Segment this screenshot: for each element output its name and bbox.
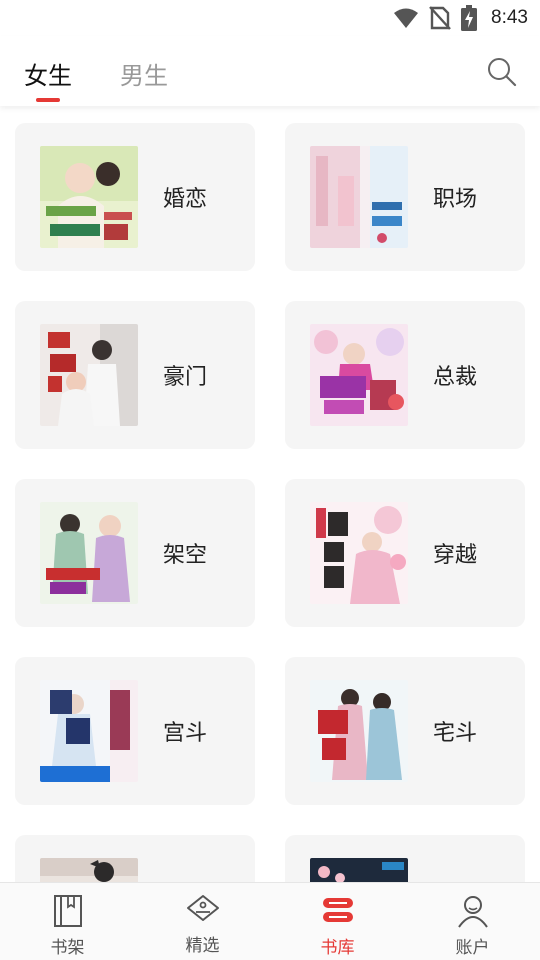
status-icons: 8:43	[393, 4, 528, 32]
wifi-icon	[393, 7, 419, 29]
category-label: 豪门	[163, 365, 208, 390]
category-grid: 婚恋 职场 豪门 总裁 架空 穿越 宫斗 宅斗	[0, 106, 540, 882]
book-cover	[310, 324, 408, 426]
nav-library[interactable]: 书库	[270, 883, 405, 960]
category-card-zhichang[interactable]: 职场	[285, 123, 525, 271]
category-card-zongcai[interactable]: 总裁	[285, 301, 525, 449]
nav-label-library: 书库	[320, 938, 355, 958]
book-cover	[40, 324, 138, 426]
nav-label-featured: 精选	[185, 936, 220, 956]
book-cover	[310, 146, 408, 248]
status-bar: 8:43	[0, 0, 540, 36]
category-label: 宫斗	[163, 721, 208, 746]
active-tab-indicator	[36, 98, 60, 102]
battery-charging-icon	[461, 5, 478, 31]
category-card-gongdou[interactable]: 宫斗	[15, 657, 255, 805]
category-card-chuanyue[interactable]: 穿越	[285, 479, 525, 627]
book-cover	[310, 502, 408, 604]
nav-account[interactable]: 账户	[405, 883, 540, 960]
tab-male[interactable]: 男生	[120, 56, 168, 91]
category-label: 总裁	[433, 365, 478, 390]
bookshelf-icon	[50, 893, 86, 929]
library-icon	[320, 893, 356, 929]
nav-featured[interactable]: 精选	[135, 883, 270, 960]
category-card-hunlian[interactable]: 婚恋	[15, 123, 255, 271]
bottom-navigation: 书架 精选 书库 账户	[0, 882, 540, 960]
search-icon	[486, 58, 518, 92]
tag-icon	[185, 893, 221, 929]
category-card-zhaidou[interactable]: 宅斗	[285, 657, 525, 805]
clock-time: 8:43	[491, 7, 528, 28]
nav-label-account: 账户	[455, 938, 490, 958]
book-cover	[310, 858, 408, 882]
category-card-jiakong[interactable]: 架空	[15, 479, 255, 627]
book-cover	[40, 502, 138, 604]
top-tab-bar: 女生 男生	[0, 36, 540, 106]
tab-female[interactable]: 女生	[24, 56, 72, 91]
category-label: 架空	[163, 543, 208, 568]
book-cover	[40, 858, 138, 882]
book-cover	[40, 146, 138, 248]
book-cover	[310, 680, 408, 782]
account-icon	[455, 893, 491, 929]
category-label: 婚恋	[163, 187, 208, 212]
no-sim-icon	[429, 6, 451, 30]
category-label: 穿越	[433, 543, 478, 568]
app-screen: 8:43 女生 男生 婚恋 职场 豪门 总裁 架空 穿越 宫斗 宅斗 书架 精选…	[0, 0, 540, 960]
category-card-more-2[interactable]	[285, 835, 525, 882]
category-card-haomen[interactable]: 豪门	[15, 301, 255, 449]
category-card-more-1[interactable]	[15, 835, 255, 882]
nav-bookshelf[interactable]: 书架	[0, 883, 135, 960]
book-cover	[40, 680, 138, 782]
category-label: 职场	[433, 187, 478, 212]
search-button[interactable]	[486, 56, 518, 88]
category-label: 宅斗	[433, 721, 478, 746]
nav-label-bookshelf: 书架	[50, 938, 85, 958]
